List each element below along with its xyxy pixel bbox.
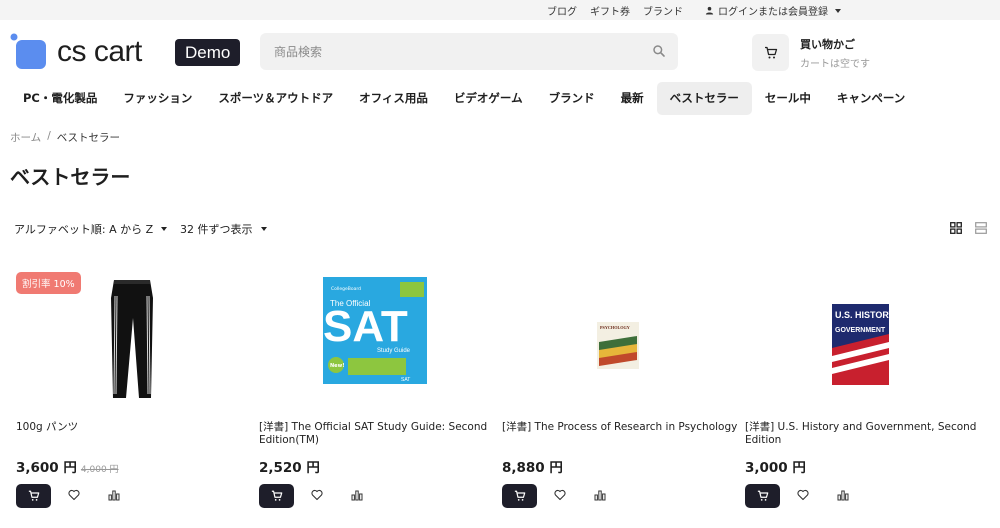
chevron-down-icon bbox=[161, 227, 168, 231]
nav-item-bestsellers[interactable]: ベストセラー bbox=[656, 82, 752, 115]
grid-view-icon[interactable] bbox=[950, 222, 962, 234]
sat-brand: CollegeBoard bbox=[331, 286, 361, 292]
breadcrumb-home[interactable]: ホーム bbox=[10, 130, 41, 145]
sat-big-title: SAT bbox=[323, 302, 408, 351]
compare-icon[interactable] bbox=[351, 489, 363, 501]
cart-icon bbox=[764, 46, 777, 58]
product-card: U.S. HISTORY GOVERNMENT [洋書] U.S. Histor… bbox=[745, 268, 985, 528]
top-link-blog[interactable]: ブログ bbox=[547, 3, 577, 18]
compare-icon[interactable] bbox=[594, 489, 606, 501]
demo-badge: Demo bbox=[175, 39, 241, 66]
cart-icon bbox=[757, 490, 768, 501]
logo-mark-icon bbox=[10, 33, 46, 69]
cart-icon bbox=[271, 490, 282, 501]
cart-button[interactable] bbox=[752, 34, 789, 71]
psych-cover-title: PSYCHOLOGY bbox=[600, 325, 630, 330]
sat-new-badge: New! bbox=[330, 363, 344, 369]
cart-status: カートは空です bbox=[800, 59, 870, 70]
add-to-cart-button[interactable] bbox=[745, 484, 780, 508]
add-to-cart-button[interactable] bbox=[16, 484, 51, 508]
nav-item-brands[interactable]: ブランド bbox=[536, 82, 608, 115]
login-label: ログインまたは会員登録 bbox=[718, 7, 828, 18]
heart-icon[interactable] bbox=[554, 489, 566, 501]
top-bar: ブログ ギフト券 ブランド ログインまたは会員登録 bbox=[0, 0, 1000, 20]
product-price-block: 8,880 円 bbox=[502, 456, 563, 476]
search-icon[interactable] bbox=[652, 44, 666, 58]
per-page-label: 32 件ずつ表示 bbox=[180, 223, 253, 236]
compare-icon[interactable] bbox=[837, 489, 849, 501]
breadcrumb: ホーム / ベストセラー bbox=[10, 130, 120, 145]
nav-item-on-sale[interactable]: セール中 bbox=[752, 82, 824, 115]
heart-icon[interactable] bbox=[797, 489, 809, 501]
chevron-down-icon bbox=[835, 8, 841, 13]
main-nav: PC・電化製品 ファッション スポーツ＆アウトドア オフィス用品 ビデオゲーム … bbox=[10, 82, 918, 115]
breadcrumb-current: ベストセラー bbox=[56, 132, 120, 144]
top-links: ブログ ギフト券 ブランド bbox=[547, 3, 683, 18]
page-title: ベストセラー bbox=[10, 165, 131, 189]
compare-icon[interactable] bbox=[108, 489, 120, 501]
cart-icon bbox=[514, 490, 525, 501]
product-image-sat-guide[interactable]: CollegeBoard The Official SAT Study Guid… bbox=[259, 268, 499, 408]
product-name[interactable]: [洋書] U.S. History and Government, Second… bbox=[745, 421, 981, 447]
product-card: 割引率 10% 100g パンツ 3,600 円 4,000 円 bbox=[16, 268, 256, 528]
search-input[interactable] bbox=[274, 33, 634, 70]
nav-item-sports-outdoors[interactable]: スポーツ＆アウトドア bbox=[205, 82, 346, 115]
history-cover-line2: GOVERNMENT bbox=[835, 327, 886, 334]
sort-dropdown[interactable]: アルファベット順: A から Z bbox=[14, 221, 168, 237]
product-name[interactable]: [洋書] The Official SAT Study Guide: Secon… bbox=[259, 421, 495, 447]
login-menu[interactable]: ログインまたは会員登録 bbox=[705, 3, 841, 18]
sat-subtitle: Study Guide bbox=[377, 348, 411, 354]
sort-label: アルファベット順: A から Z bbox=[14, 223, 154, 236]
add-to-cart-button[interactable] bbox=[259, 484, 294, 508]
cart-icon bbox=[28, 490, 39, 501]
chevron-down-icon bbox=[260, 227, 267, 231]
product-price-block: 2,520 円 bbox=[259, 456, 320, 476]
heart-icon[interactable] bbox=[311, 489, 323, 501]
logo-text: cs cart bbox=[57, 35, 142, 68]
top-link-brands[interactable]: ブランド bbox=[643, 3, 683, 18]
nav-item-electronics[interactable]: PC・電化製品 bbox=[10, 82, 110, 115]
user-icon bbox=[705, 6, 714, 15]
nav-item-video-games[interactable]: ビデオゲーム bbox=[441, 82, 536, 115]
top-link-gift-certificates[interactable]: ギフト券 bbox=[590, 3, 630, 18]
cart-title[interactable]: 買い物かご bbox=[800, 36, 855, 52]
product-name[interactable]: [洋書] The Process of Research in Psycholo… bbox=[502, 421, 738, 434]
product-name[interactable]: 100g パンツ bbox=[16, 421, 252, 434]
product-card: CollegeBoard The Official SAT Study Guid… bbox=[259, 268, 499, 528]
product-image-us-history-book[interactable]: U.S. HISTORY GOVERNMENT bbox=[745, 268, 985, 408]
product-image-psychology-book[interactable]: PSYCHOLOGY bbox=[502, 268, 742, 408]
heart-icon[interactable] bbox=[68, 489, 80, 501]
product-price: 2,520 円 bbox=[259, 460, 320, 476]
product-price: 3,600 円 bbox=[16, 460, 77, 476]
search-box bbox=[260, 33, 678, 70]
per-page-dropdown[interactable]: 32 件ずつ表示 bbox=[180, 221, 267, 237]
product-old-price: 4,000 円 bbox=[80, 465, 119, 475]
product-price-block: 3,600 円 4,000 円 bbox=[16, 456, 119, 476]
history-cover-line1: U.S. HISTORY bbox=[835, 310, 895, 320]
nav-item-fashion[interactable]: ファッション bbox=[110, 82, 205, 115]
nav-item-promotions[interactable]: キャンペーン bbox=[824, 82, 918, 115]
nav-item-newest[interactable]: 最新 bbox=[608, 82, 657, 115]
nav-item-office-supplies[interactable]: オフィス用品 bbox=[346, 82, 441, 115]
product-price: 8,880 円 bbox=[502, 460, 563, 476]
product-price: 3,000 円 bbox=[745, 460, 806, 476]
breadcrumb-separator: / bbox=[47, 130, 51, 142]
discount-badge: 割引率 10% bbox=[16, 272, 81, 294]
list-view-icon[interactable] bbox=[975, 222, 987, 234]
product-card: PSYCHOLOGY [洋書] The Process of Research … bbox=[502, 268, 742, 528]
sat-footer-logo: SAT bbox=[401, 377, 410, 383]
product-price-block: 3,000 円 bbox=[745, 456, 806, 476]
add-to-cart-button[interactable] bbox=[502, 484, 537, 508]
site-logo[interactable]: cs cart Demo bbox=[10, 33, 250, 73]
